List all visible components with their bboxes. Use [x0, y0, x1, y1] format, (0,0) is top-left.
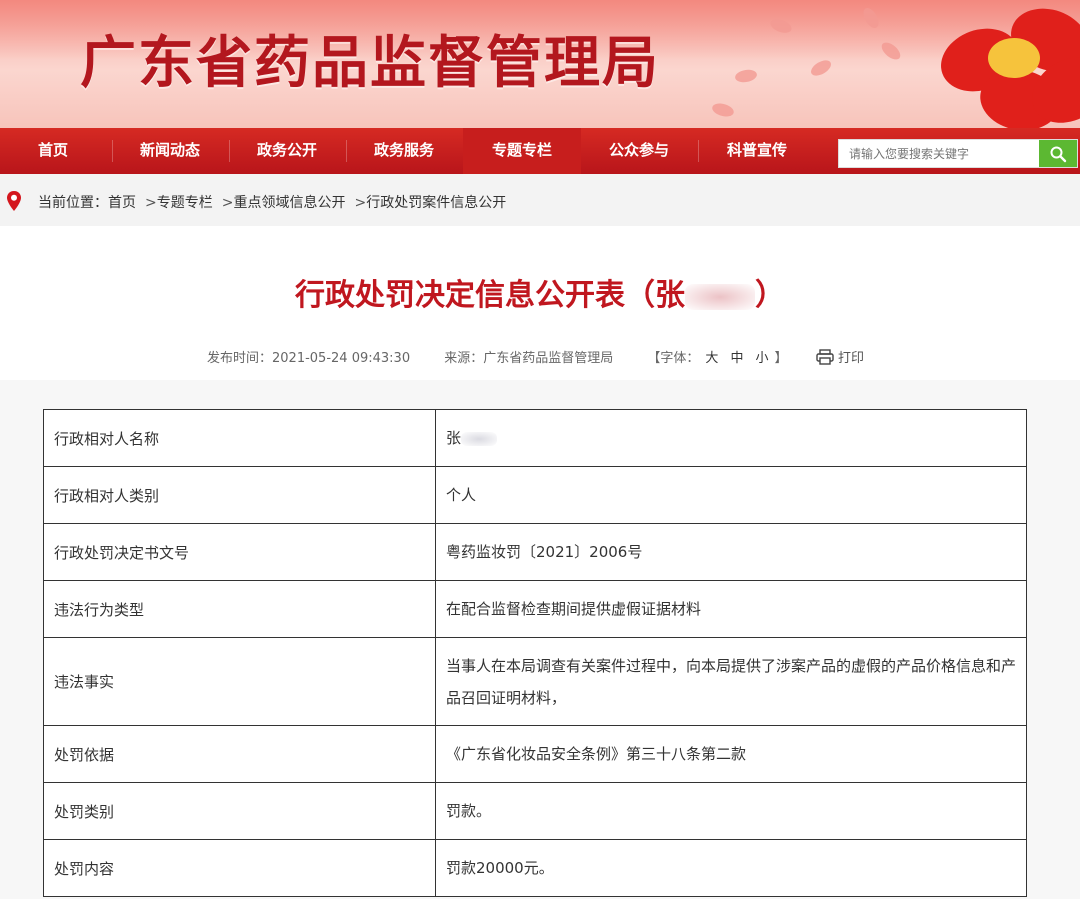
row-key: 违法事实	[43, 637, 436, 726]
nav-home[interactable]: 首页	[0, 128, 112, 174]
breadcrumb-separator: >	[354, 195, 367, 211]
redacted-text	[461, 431, 498, 446]
breadcrumb-separator: >	[145, 195, 157, 211]
table-row: 行政相对人类别 个人	[43, 466, 1027, 524]
petal-decoration	[734, 68, 758, 84]
table-row: 行政相对人名称 张	[43, 409, 1027, 467]
print-label: 打印	[838, 351, 865, 366]
search-icon	[1050, 146, 1067, 163]
petal-decoration	[808, 57, 834, 79]
page-title: 行政处罚决定信息公开表（张 ）	[0, 270, 1080, 314]
table-row: 违法行为类型 在配合监督检查期间提供虚假证据材料	[43, 580, 1027, 638]
row-value: 张	[435, 409, 1027, 467]
publish-label: 发布时间：	[207, 351, 273, 366]
source-label: 来源：	[444, 351, 484, 366]
nav-government-affairs[interactable]: 政务公开	[228, 128, 346, 174]
font-size-medium[interactable]: 中	[730, 351, 743, 366]
search-box	[838, 139, 1078, 168]
site-title: 广东省药品监督管理局	[80, 30, 660, 96]
petal-decoration	[860, 5, 882, 31]
title-suffix: ）	[755, 278, 785, 313]
font-size-label: 【字体：	[647, 351, 700, 366]
row-key: 处罚类别	[43, 782, 436, 840]
row-value: 罚款。	[435, 782, 1027, 840]
table-row: 处罚依据 《广东省化妆品安全条例》第三十八条第二款	[43, 725, 1027, 783]
nav-news[interactable]: 新闻动态	[111, 128, 229, 174]
row-value: 当事人在本局调查有关案件过程中，向本局提供了涉案产品的虚假的产品价格信息和产品召…	[435, 637, 1027, 726]
breadcrumb-separator: >	[221, 195, 234, 211]
search-input[interactable]	[839, 140, 1045, 167]
row-key: 处罚内容	[43, 839, 436, 897]
row-key: 行政相对人类别	[43, 466, 436, 524]
breadcrumb: 当前位置：首页 >专题专栏 >重点领域信息公开 >行政处罚案件信息公开	[38, 192, 506, 212]
breadcrumb-item-current[interactable]: 行政处罚案件信息公开	[366, 195, 506, 211]
location-pin-icon	[7, 191, 21, 211]
redacted-name	[685, 283, 755, 310]
breadcrumb-item-key-info[interactable]: 重点领域信息公开	[233, 195, 345, 211]
penalty-info-table: 行政相对人名称 张 行政相对人类别 个人 行政处罚决定书文号 粤药监妆罚〔202…	[43, 409, 1027, 897]
row-key: 行政处罚决定书文号	[43, 523, 436, 581]
table-row: 处罚内容 罚款20000元。	[43, 839, 1027, 897]
title-prefix: 行政处罚决定信息公开表（张	[295, 278, 685, 313]
header-banner: 广东省药品监督管理局	[0, 0, 1080, 128]
search-button[interactable]	[1039, 140, 1077, 167]
breadcrumb-item-special-topics[interactable]: 专题专栏	[157, 195, 213, 211]
row-value: 个人	[435, 466, 1027, 524]
kapok-flower-decoration	[920, 0, 1080, 128]
row-value: 粤药监妆罚〔2021〕2006号	[435, 523, 1027, 581]
petal-decoration	[878, 39, 904, 63]
print-button[interactable]: 打印	[816, 347, 864, 366]
row-value: 《广东省化妆品安全条例》第三十八条第二款	[435, 725, 1027, 783]
source: 广东省药品监督管理局	[483, 351, 614, 366]
petal-decoration	[710, 101, 736, 119]
font-size-large[interactable]: 大	[705, 351, 718, 366]
publish-time: 2021-05-24 09:43:30	[272, 351, 411, 366]
font-size-small[interactable]: 小	[755, 351, 768, 366]
nav-science-popularization[interactable]: 科普宣传	[698, 128, 816, 174]
breadcrumb-item-home[interactable]: 首页	[108, 195, 136, 211]
table-row: 处罚类别 罚款。	[43, 782, 1027, 840]
row-value: 在配合监督检查期间提供虚假证据材料	[435, 580, 1027, 638]
nav-public-participation[interactable]: 公众参与	[580, 128, 698, 174]
row-value-text: 张	[446, 429, 462, 447]
article-meta: 发布时间：2021-05-24 09:43:30 来源：广东省药品监督管理局 【…	[207, 347, 787, 366]
table-row: 违法事实 当事人在本局调查有关案件过程中，向本局提供了涉案产品的虚假的产品价格信…	[43, 637, 1027, 726]
row-key: 行政相对人名称	[43, 409, 436, 467]
row-value: 罚款20000元。	[435, 839, 1027, 897]
breadcrumb-prefix: 当前位置：	[38, 195, 108, 211]
printer-icon	[816, 349, 834, 365]
petal-decoration	[768, 16, 794, 36]
row-key: 违法行为类型	[43, 580, 436, 638]
font-size-close: 】	[774, 351, 788, 366]
row-key: 处罚依据	[43, 725, 436, 783]
table-row: 行政处罚决定书文号 粤药监妆罚〔2021〕2006号	[43, 523, 1027, 581]
nav-special-topics[interactable]: 专题专栏	[463, 128, 581, 174]
nav-government-services[interactable]: 政务服务	[345, 128, 463, 174]
